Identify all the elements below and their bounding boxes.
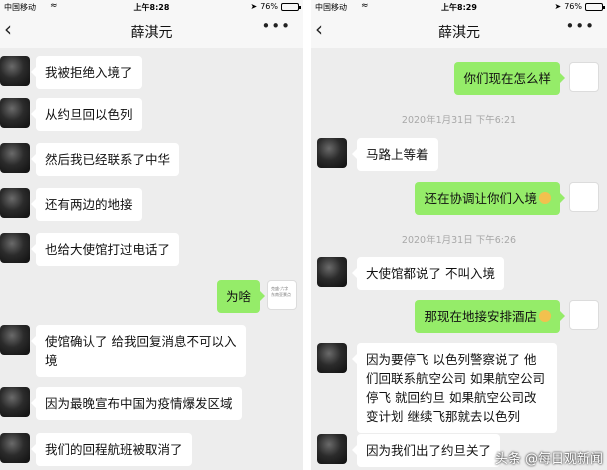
contact-avatar[interactable] — [0, 387, 30, 417]
message-bubble[interactable]: 还有两边的地接 — [31, 188, 142, 221]
message-bubble[interactable]: 因为我们出了约旦关了 — [351, 434, 501, 467]
avatar-caption: 克盛·六字 东南亚景点 — [271, 286, 291, 297]
message-bubble[interactable]: 大使馆都说了 不叫入境 — [352, 257, 504, 290]
status-bar: 中国移动 ≈ 上午8:28 ➤ 76% — [0, 0, 303, 14]
message-text: 那现在地接安排酒店 — [424, 309, 537, 324]
contact-avatar[interactable] — [317, 257, 347, 287]
location-icon: ➤ — [250, 2, 258, 11]
battery-percent: 76% — [260, 2, 278, 11]
contact-avatar[interactable] — [317, 343, 347, 373]
user-avatar[interactable] — [569, 182, 599, 212]
timestamp: 2020年1月31日 下午6:26 — [401, 235, 517, 246]
contact-name: 薛淇元 — [438, 25, 480, 41]
contact-avatar[interactable] — [0, 188, 30, 218]
contact-avatar[interactable] — [317, 434, 347, 464]
more-icon[interactable]: ••• — [261, 17, 291, 35]
chat-screen-left: 中国移动 ≈ 上午8:28 ➤ 76% ‹ 薛淇元 ••• 我被拒绝入境了 从约… — [0, 0, 303, 470]
user-avatar[interactable] — [569, 300, 599, 330]
message-bubble[interactable]: 也给大使馆打过电话了 — [30, 233, 180, 266]
contact-avatar[interactable] — [0, 56, 30, 86]
user-avatar[interactable]: 克盛·六字 东南亚景点 — [267, 280, 297, 310]
message-bubble[interactable]: 我们的回程航班被取消了 — [31, 433, 192, 466]
message-bubble[interactable]: 因为最晚宣布中国为疫情爆发区域 — [31, 387, 242, 420]
smile-emoji-icon — [539, 310, 551, 322]
location-icon: ➤ — [554, 2, 562, 11]
chat-header: ‹ 薛淇元 ••• — [311, 14, 607, 48]
battery-icon — [585, 2, 605, 11]
contact-name: 薛淇元 — [130, 25, 173, 41]
battery-icon — [281, 2, 301, 11]
contact-avatar[interactable] — [0, 433, 30, 463]
chat-screen-right: 中国移动 ≈ 上午8:29 ➤ 76% ‹ 薛淇元 ••• 你们现在怎么样 20… — [311, 0, 607, 470]
status-bar: 中国移动 ≈ 上午8:29 ➤ 76% — [311, 0, 607, 14]
more-icon[interactable]: ••• — [565, 17, 595, 35]
message-bubble[interactable]: 使馆确认了 给我回复消息不可以入境 — [31, 325, 246, 377]
message-bubble[interactable]: 你们现在怎么样 — [454, 62, 565, 95]
chat-header: ‹ 薛淇元 ••• — [0, 14, 303, 48]
contact-avatar[interactable] — [0, 233, 30, 263]
message-bubble[interactable]: 因为要停飞 以色列警察说了 他们回联系航空公司 如果航空公司停飞 就回约旦 如果… — [352, 343, 557, 433]
smile-emoji-icon — [539, 192, 551, 204]
watermark: 头条 @每日观新闻 — [494, 452, 603, 467]
message-bubble[interactable]: 为啥 — [216, 280, 266, 313]
message-bubble[interactable]: 还在协调让你们入境 — [415, 182, 565, 215]
battery-percent: 76% — [564, 2, 582, 11]
contact-avatar[interactable] — [0, 143, 30, 173]
message-bubble[interactable]: 我被拒绝入境了 — [31, 56, 142, 89]
message-bubble[interactable]: 那现在地接安排酒店 — [415, 300, 565, 333]
screen-divider — [303, 0, 311, 470]
message-text: 还在协调让你们入境 — [424, 191, 537, 206]
contact-avatar[interactable] — [0, 98, 30, 128]
contact-avatar[interactable] — [0, 325, 30, 355]
message-bubble[interactable]: 马路上等着 — [352, 138, 438, 171]
user-avatar[interactable] — [569, 62, 599, 92]
message-bubble[interactable]: 然后我已经联系了中华 — [30, 143, 180, 176]
timestamp: 2020年1月31日 下午6:21 — [401, 115, 517, 126]
message-bubble[interactable]: 从约旦回以色列 — [31, 98, 142, 131]
contact-avatar[interactable] — [317, 138, 347, 168]
